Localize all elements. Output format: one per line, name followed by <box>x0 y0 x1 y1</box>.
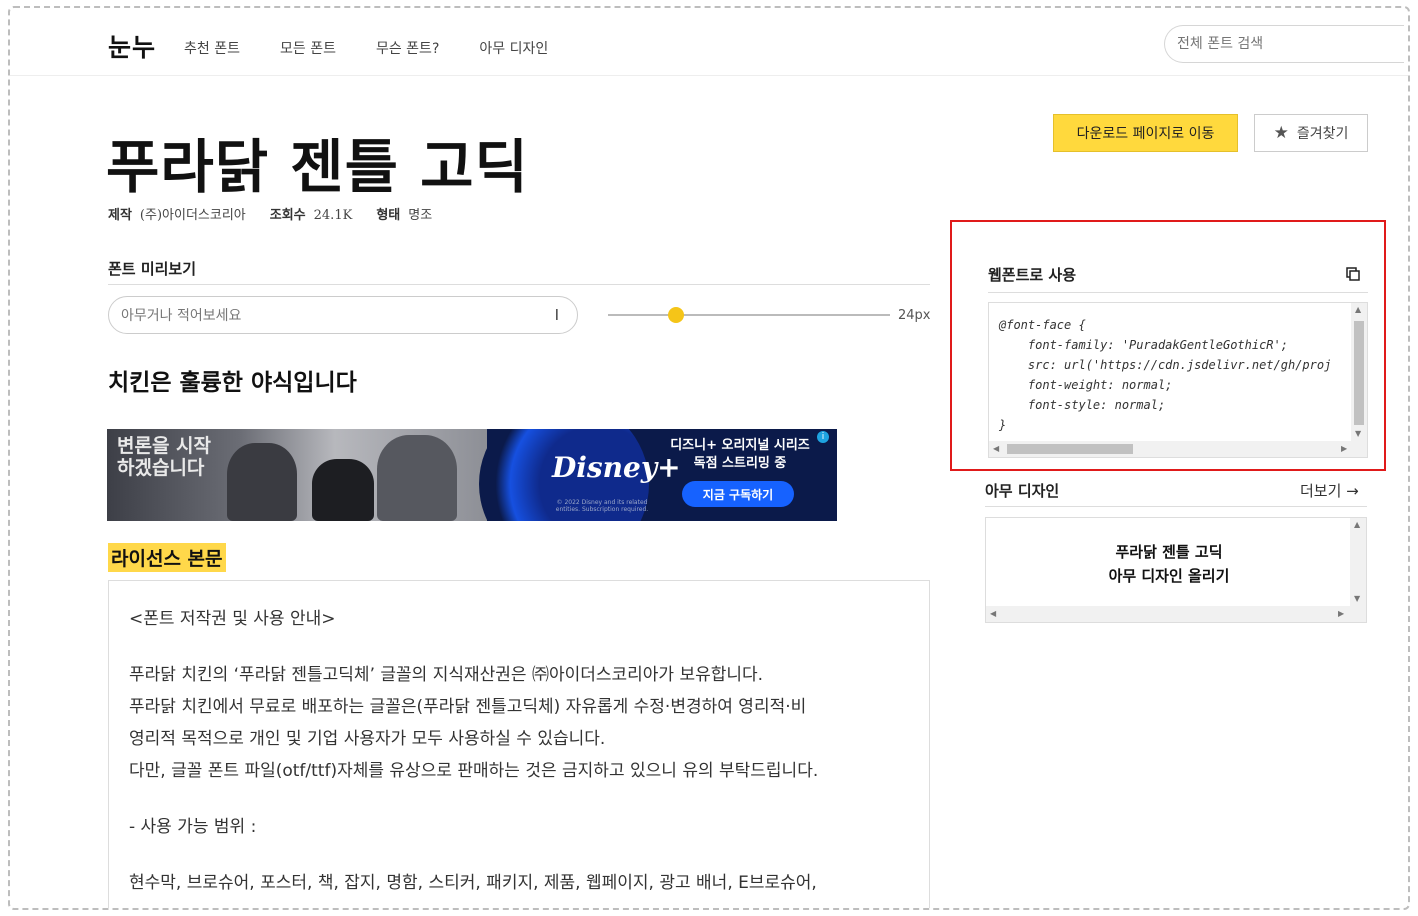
download-label: 다운로드 페이지로 이동 <box>1076 126 1215 142</box>
more-link[interactable]: 더보기 → <box>1300 480 1359 501</box>
text-cursor-icon: I <box>554 306 559 324</box>
views-label: 조회수 <box>269 208 306 223</box>
webfont-heading: 웹폰트로 사용 <box>988 266 1077 284</box>
favorite-button[interactable]: ★ 즐겨찾기 <box>1254 114 1368 152</box>
preview-divider <box>108 284 930 285</box>
maker-value[interactable]: (주)아이더스코리아 <box>140 204 246 223</box>
scroll-left-icon[interactable]: ◀ <box>990 609 996 618</box>
ad-person-image <box>377 435 457 521</box>
preview-heading: 폰트 미리보기 <box>108 260 197 278</box>
any-design-horizontal-scrollbar[interactable]: ◀ ▶ <box>986 606 1366 622</box>
scroll-right-icon[interactable]: ▶ <box>1341 444 1347 453</box>
scroll-up-icon[interactable]: ▲ <box>1355 305 1361 314</box>
site-logo[interactable]: 눈누 <box>108 28 156 64</box>
star-icon: ★ <box>1273 123 1289 143</box>
ad-drama-title: 변론을 시작하겠습니다 <box>117 435 212 479</box>
license-body: <폰트 저작권 및 사용 안내> 푸라닭 치킨의 ‘푸라닭 젠틀고딕체’ 글꼴의… <box>108 580 930 908</box>
license-paragraph: 푸라닭 치킨의 ‘푸라닭 젠틀고딕체’ 글꼴의 지식재산권은 ㈜아이더스코리아가… <box>129 665 764 685</box>
font-size-slider-handle[interactable] <box>667 307 684 323</box>
preview-placeholder: 아무거나 적어보세요 <box>121 308 242 324</box>
license-heading: 라이선스 본문 <box>108 543 226 572</box>
style-label: 형태 <box>376 208 401 223</box>
code-horizontal-scroll-thumb[interactable] <box>1007 444 1133 454</box>
license-range-list: 현수막, 브로슈어, 포스터, 책, 잡지, 명함, 스티커, 패키지, 제품,… <box>129 873 817 893</box>
nav-links: 추천 폰트 모든 폰트 무슨 폰트? 아무 디자인 <box>184 38 588 58</box>
license-range-title: - 사용 가능 범위 : <box>129 817 257 837</box>
code-vertical-scrollbar[interactable]: ▲ ▼ <box>1351 303 1367 443</box>
nav-link-recommended[interactable]: 추천 폰트 <box>184 38 240 58</box>
font-size-slider[interactable] <box>608 314 890 316</box>
disney-plus-logo: Disney+ <box>552 451 681 484</box>
ad-subscribe-button[interactable]: 지금 구독하기 <box>682 481 794 507</box>
any-design-vertical-scrollbar[interactable]: ▲ ▼ <box>1350 518 1366 608</box>
code-vertical-scroll-thumb[interactable] <box>1354 321 1364 425</box>
any-design-line1: 푸라닭 젠틀 고딕 <box>1115 543 1223 561</box>
views-value: 24.1K <box>313 208 353 223</box>
nav-link-any-design[interactable]: 아무 디자인 <box>479 38 548 58</box>
license-paragraph: 다만, 글꼴 폰트 파일(otf/ttf)자체를 유상으로 판매하는 것은 금지… <box>129 761 819 781</box>
search-input[interactable] <box>1164 25 1404 63</box>
scroll-left-icon[interactable]: ◀ <box>993 444 999 453</box>
ad-person-image <box>312 459 374 521</box>
preview-text-input[interactable]: 아무거나 적어보세요 I <box>108 296 578 334</box>
any-design-heading: 아무 디자인 <box>985 482 1060 500</box>
ad-banner[interactable]: 변론을 시작하겠습니다 Disney+ © 2022 Disney and it… <box>107 429 837 521</box>
top-navigation: 눈누 추천 폰트 모든 폰트 무슨 폰트? 아무 디자인 <box>10 8 1408 76</box>
download-page-button[interactable]: 다운로드 페이지로 이동 <box>1053 114 1238 152</box>
preview-sample-text: 치킨은 훌륭한 야식입니다 <box>108 370 357 396</box>
scroll-down-icon[interactable]: ▼ <box>1354 594 1360 603</box>
license-paragraph: 영리적 목적으로 개인 및 기업 사용자가 모두 사용하실 수 있습니다. <box>129 729 606 749</box>
ad-person-image <box>227 443 297 521</box>
webfont-code[interactable]: @font-face { font-family: 'PuradakGentle… <box>999 315 1331 435</box>
webfont-divider <box>988 292 1368 293</box>
nav-link-what-font[interactable]: 무슨 폰트? <box>376 38 439 58</box>
copy-icon[interactable] <box>1346 267 1360 281</box>
scroll-right-icon[interactable]: ▶ <box>1338 609 1344 618</box>
any-design-box[interactable]: 푸라닭 젠틀 고딕 아무 디자인 올리기 ▲ ▼ ◀ ▶ <box>985 517 1367 623</box>
ad-headline: 디즈니+ 오리지널 시리즈 독점 스트리밍 중 <box>670 438 810 471</box>
nav-link-all-fonts[interactable]: 모든 폰트 <box>280 38 336 58</box>
scroll-up-icon[interactable]: ▲ <box>1354 520 1360 529</box>
style-value: 명조 <box>408 208 433 223</box>
favorite-label: 즐겨찾기 <box>1296 126 1349 142</box>
font-size-value: 24px <box>898 308 931 323</box>
font-title: 푸라닭 젠틀 고딕 <box>106 133 529 201</box>
scroll-down-icon[interactable]: ▼ <box>1355 429 1361 438</box>
font-meta: 제작 (주)아이더스코리아 조회수 24.1K 형태 명조 <box>108 204 456 223</box>
code-horizontal-scrollbar[interactable]: ◀ ▶ <box>989 441 1367 457</box>
license-title: <폰트 저작권 및 사용 안내> <box>129 609 336 629</box>
license-paragraph: 푸라닭 치킨에서 무료로 배포하는 글꼴은(푸라닭 젠틀고딕체) 자유롭게 수정… <box>129 697 807 717</box>
webfont-code-box[interactable]: @font-face { font-family: 'PuradakGentle… <box>988 302 1368 458</box>
any-design-line2: 아무 디자인 올리기 <box>1108 567 1230 585</box>
webfont-panel: 웹폰트로 사용 @font-face { font-family: 'Purad… <box>950 220 1386 471</box>
browser-frame: 눈누 추천 폰트 모든 폰트 무슨 폰트? 아무 디자인 푸라닭 젠틀 고딕 제… <box>8 6 1410 910</box>
any-design-cta[interactable]: 푸라닭 젠틀 고딕 아무 디자인 올리기 <box>986 540 1352 588</box>
any-design-divider <box>985 506 1367 507</box>
maker-label: 제작 <box>108 208 132 223</box>
ad-fine-print: © 2022 Disney and its related entities. … <box>555 499 649 513</box>
ad-info-icon[interactable]: i <box>817 431 829 443</box>
